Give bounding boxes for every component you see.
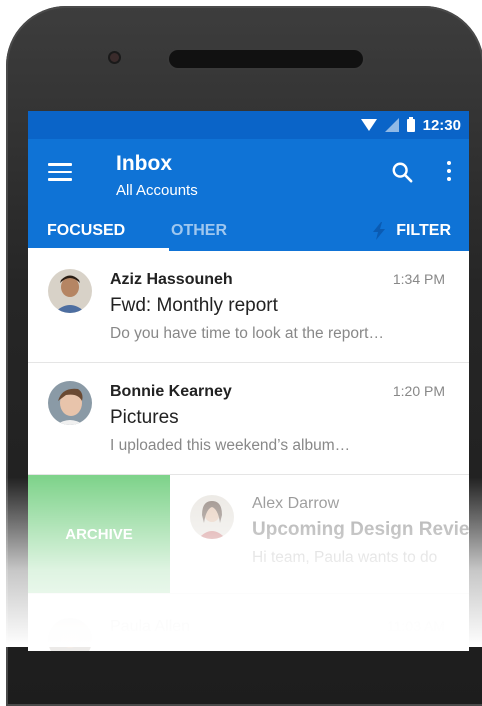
archive-action[interactable]: ARCHIVE [28,475,170,593]
avatar [48,269,92,313]
hamburger-menu-icon[interactable] [48,163,72,181]
email-preview: Do you have time to look at the report… [110,325,384,342]
email-preview: Hi team, Paula wants to do [252,549,438,566]
email-list-item[interactable]: Paula Allen 11:03 AM [28,594,469,651]
email-sender: Aziz Hassouneh [110,271,233,288]
filter-button[interactable]: FILTER [372,222,451,240]
filter-label: FILTER [396,222,451,239]
email-subject: Fwd: Monthly report [110,295,278,316]
email-subject: Pictures [110,407,179,428]
earpiece-speaker [169,50,363,68]
avatar [190,495,234,539]
email-list-item[interactable]: Aziz Hassouneh 1:34 PM Fwd: Monthly repo… [28,251,469,363]
tab-bar: FOCUSED OTHER FILTER [28,209,469,251]
email-list-item[interactable]: Bonnie Kearney 1:20 PM Pictures I upload… [28,363,469,475]
status-bar: 12:30 [28,111,469,139]
email-time: 11:03 AM [386,618,445,634]
search-icon[interactable] [391,161,413,183]
email-sender: Alex Darrow [252,495,340,512]
lightning-bolt-icon [373,222,386,240]
front-camera [110,53,119,62]
page-title: Inbox [116,152,172,175]
avatar [48,618,92,651]
status-time: 12:30 [422,116,461,134]
email-subject: Upcoming Design Revie [252,519,469,540]
more-options-icon[interactable] [447,161,453,183]
battery-icon [406,116,415,132]
email-time: 1:34 PM [392,271,445,287]
app-bar: Inbox All Accounts [28,139,469,209]
swiped-email-content: Alex Darrow Upcoming Design Revie Hi tea… [170,475,469,593]
email-sender: Bonnie Kearney [110,383,232,400]
email-list-item-swiping[interactable]: ARCHIVE Alex Darrow Upcoming Design Revi… [28,475,469,594]
tab-focused[interactable]: FOCUSED [47,222,125,240]
avatar [48,381,92,425]
tab-other[interactable]: OTHER [171,222,227,240]
email-preview: I uploaded this weekend’s album… [110,437,351,454]
email-time: 1:20 PM [392,383,445,399]
cell-signal-icon [384,118,399,132]
phone-screen: 12:30 Inbox All Accounts FOCUSED OTHER F… [28,111,469,651]
email-sender: Paula Allen [110,618,191,635]
account-subtitle[interactable]: All Accounts [116,182,198,199]
wifi-icon [360,119,377,131]
